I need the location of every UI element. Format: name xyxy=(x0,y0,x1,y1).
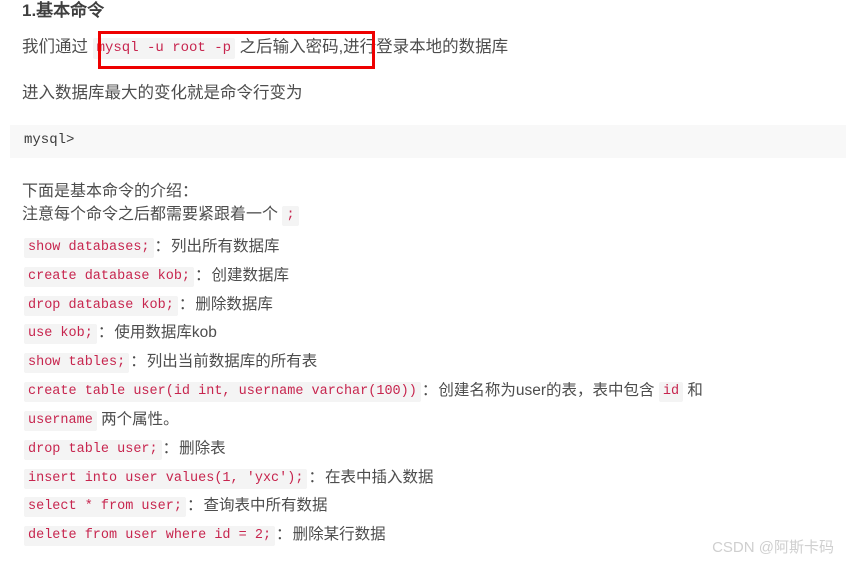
code-block: mysql> xyxy=(10,125,846,158)
intro-text-after: 之后输入密码,进行登录本地的数据库 xyxy=(235,38,509,56)
inline-code-drop-table: drop table user; xyxy=(24,440,162,460)
command-line-insert-into: insert into user values(1, 'yxc'); ：在表中插入… xyxy=(24,467,433,489)
colon-separator: ： xyxy=(97,324,114,341)
command-line-drop-database: drop database kob; ：删除数据库 xyxy=(24,294,273,316)
command-description: 删除数据库 xyxy=(195,296,273,313)
inline-code-show-tables: show tables; xyxy=(24,353,130,373)
inline-code-username: username xyxy=(24,411,97,431)
create-table-description-part3: 两个属性。 xyxy=(96,411,179,428)
command-description: 在表中插入数据 xyxy=(324,469,434,486)
inline-code-delete: delete from user where id = 2; xyxy=(24,526,276,546)
command-description: 使用数据库kob xyxy=(114,324,217,341)
note-paragraph: 注意每个命令之后都需要紧跟着一个 ; xyxy=(22,205,299,226)
command-description: 列出所有数据库 xyxy=(171,238,280,255)
inline-code-use-kob: use kob; xyxy=(24,324,97,344)
command-description: 查询表中所有数据 xyxy=(203,497,328,514)
command-description: 删除表 xyxy=(179,440,226,457)
note-text-before: 注意每个命令之后都需要紧跟着一个 xyxy=(22,206,283,223)
command-description: 列出当前数据库的所有表 xyxy=(146,353,318,370)
colon-separator: ： xyxy=(162,440,179,457)
command-line-use-kob: use kob; ：使用数据库kob xyxy=(24,322,217,344)
command-line-show-databases: show databases; ：列出所有数据库 xyxy=(24,236,280,258)
csdn-watermark: CSDN @阿斯卡码 xyxy=(712,539,834,556)
colon-separator: ： xyxy=(276,526,292,543)
article-page: 1.基本命令 我们通过 mysql -u root -p 之后输入密码,进行登录… xyxy=(0,0,846,565)
colon-separator: ： xyxy=(154,238,171,255)
command-description: 删除某行数据 xyxy=(292,526,386,543)
inline-code-insert-into: insert into user values(1, 'yxc'); xyxy=(24,469,308,489)
command-line-select: select * from user; ：查询表中所有数据 xyxy=(24,495,327,517)
inline-code-id: id xyxy=(658,382,684,402)
inline-code-mysql-login: mysql -u root -p xyxy=(92,38,236,59)
command-line-create-table: create table user(id int, username varch… xyxy=(24,380,703,402)
inline-code-show-databases: show databases; xyxy=(24,238,154,258)
colon-separator: ： xyxy=(308,469,324,486)
colon-separator: ： xyxy=(178,296,195,313)
command-line-delete: delete from user where id = 2; ：删除某行数据 xyxy=(24,524,386,546)
command-description: 创建数据库 xyxy=(211,267,290,284)
page-title: 1.基本命令 xyxy=(22,1,105,20)
command-line-create-table-cont: username 两个属性。 xyxy=(24,409,179,431)
command-line-drop-table: drop table user; ：删除表 xyxy=(24,438,226,460)
inline-code-drop-database: drop database kob; xyxy=(24,296,178,316)
intro-text-before: 我们通过 xyxy=(22,38,93,56)
inline-code-semicolon: ; xyxy=(282,206,299,226)
code-block-text: mysql> xyxy=(24,132,75,148)
inline-code-create-table: create table user(id int, username varch… xyxy=(24,382,421,402)
create-table-description-part1: 创建名称为user的表，表中包含 xyxy=(438,382,659,399)
colon-separator: ： xyxy=(421,382,438,399)
command-line-show-tables: show tables; ：列出当前数据库的所有表 xyxy=(24,351,317,373)
colon-separator: ： xyxy=(195,267,211,284)
colon-separator: ： xyxy=(186,497,203,514)
colon-separator: ： xyxy=(130,353,146,370)
intro-paragraph: 我们通过 mysql -u root -p 之后输入密码,进行登录本地的数据库 xyxy=(22,37,509,59)
command-line-create-database: create database kob; ：创建数据库 xyxy=(24,265,289,287)
inline-code-create-database: create database kob; xyxy=(24,267,195,287)
inline-code-select: select * from user; xyxy=(24,497,186,517)
create-table-description-part2: 和 xyxy=(683,382,703,399)
change-paragraph: 进入数据库最大的变化就是命令行变为 xyxy=(22,84,303,102)
below-intro-paragraph: 下面是基本命令的介绍： xyxy=(22,183,199,200)
